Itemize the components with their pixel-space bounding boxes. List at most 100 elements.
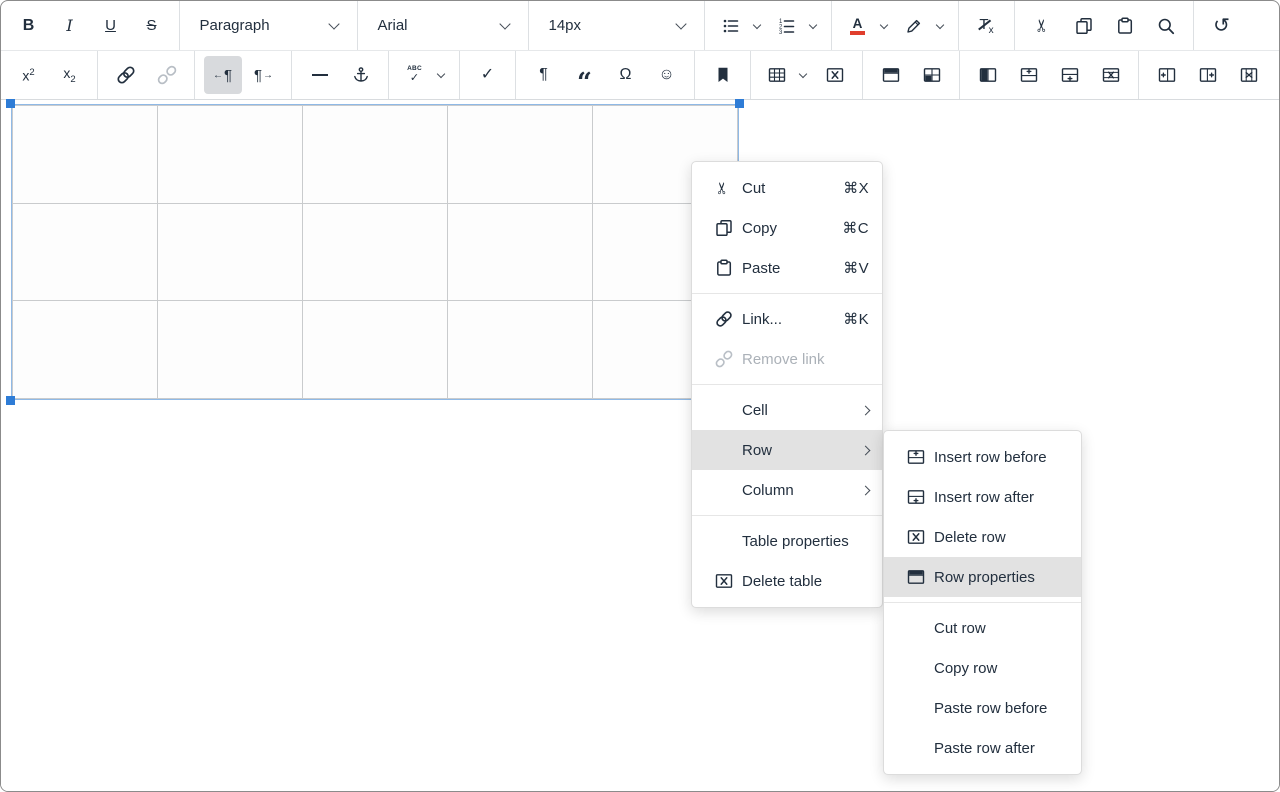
table-cell[interactable] <box>303 301 448 399</box>
menu-item-shortcut: ⌘V <box>843 259 869 277</box>
delete-table-button[interactable] <box>816 56 854 94</box>
submenu-item-copy-row[interactable]: Copy row <box>884 648 1081 688</box>
table-cell[interactable] <box>158 301 303 399</box>
table-cell[interactable] <box>13 106 158 204</box>
toolbar-separator <box>862 51 863 99</box>
italic-button[interactable]: I <box>51 7 89 45</box>
toolbar-separator <box>291 51 292 99</box>
anchor-button[interactable] <box>342 56 380 94</box>
checkmark-button[interactable]: ✓ <box>469 56 507 94</box>
content-table[interactable] <box>12 105 738 399</box>
right-to-left-button[interactable]: ¶→ <box>245 56 283 94</box>
table-delete-row-button[interactable] <box>1092 56 1130 94</box>
insert-table-options-button[interactable] <box>794 56 813 94</box>
table-cell[interactable] <box>303 203 448 301</box>
submenu-item-row-properties[interactable]: Row properties <box>884 557 1081 597</box>
submenu-item-insert-row-before[interactable]: Insert row before <box>884 437 1081 477</box>
strikethrough-button[interactable]: S <box>133 7 171 45</box>
highlight-color-button[interactable] <box>897 7 931 45</box>
subscript-button[interactable]: x2 <box>51 56 89 94</box>
numbered-list-button[interactable]: 123 <box>770 7 804 45</box>
table-insert-row-after-button[interactable] <box>1051 56 1089 94</box>
resize-handle-top-right[interactable] <box>735 99 744 108</box>
bullet-list-options-button[interactable] <box>748 7 767 45</box>
menu-item-column[interactable]: Column <box>692 470 882 510</box>
chevron-down-icon <box>809 20 817 28</box>
numbered-list-options-button[interactable] <box>804 7 823 45</box>
left-to-right-button[interactable]: ←¶ <box>204 56 242 94</box>
bullet-list-button[interactable] <box>714 7 748 45</box>
table-cell[interactable] <box>303 106 448 204</box>
table-insert-row-before-button[interactable] <box>1010 56 1048 94</box>
text-color-options-button[interactable] <box>875 7 894 45</box>
table-insert-column-after-button[interactable] <box>1189 56 1227 94</box>
table-cell[interactable] <box>448 203 593 301</box>
menu-item-copy[interactable]: Copy ⌘C <box>692 208 882 248</box>
text-color-button[interactable]: A <box>841 7 875 45</box>
copy-icon <box>1075 17 1093 35</box>
menu-item-remove-link[interactable]: Remove link <box>692 339 882 379</box>
table-delete-column-button[interactable] <box>1230 56 1268 94</box>
resize-handle-top-left[interactable] <box>6 99 15 108</box>
table-cell[interactable] <box>158 203 303 301</box>
insert-link-button[interactable] <box>107 56 145 94</box>
table-row-properties-button[interactable] <box>872 56 910 94</box>
table-cell[interactable] <box>448 106 593 204</box>
search-replace-button[interactable] <box>1147 7 1185 45</box>
menu-item-table-properties[interactable]: Table properties <box>692 521 882 561</box>
font-family-dropdown[interactable]: Arial <box>367 7 520 45</box>
menu-item-delete-table[interactable]: Delete table <box>692 561 882 601</box>
editor-canvas[interactable]: ✂ Cut ⌘X Copy ⌘C Paste ⌘V Link... ⌘K <box>1 100 1279 791</box>
toolbar-row-2: x2 x2 ←¶ ¶→ ABC✓ ✓ <box>1 51 1279 100</box>
undo-button[interactable]: ↺ <box>1203 7 1241 45</box>
chevron-down-icon <box>675 18 686 29</box>
paste-button[interactable] <box>1106 7 1144 45</box>
table-cell[interactable] <box>158 106 303 204</box>
menu-item-paste[interactable]: Paste ⌘V <box>692 248 882 288</box>
cut-button[interactable]: ✂ <box>1024 7 1062 45</box>
spellcheck-options-button[interactable] <box>432 56 451 94</box>
blockquote-button[interactable]: “ <box>566 56 604 94</box>
text-color-swatch <box>850 31 865 35</box>
menu-item-shortcut: ⌘X <box>843 179 869 197</box>
superscript-button[interactable]: x2 <box>10 56 48 94</box>
bold-button[interactable]: B <box>10 7 48 45</box>
horizontal-rule-button[interactable] <box>301 56 339 94</box>
emoticon-button[interactable]: ☺ <box>648 56 686 94</box>
table-cell[interactable] <box>13 203 158 301</box>
resize-handle-bottom-left[interactable] <box>6 396 15 405</box>
table-cell-properties-button[interactable] <box>913 56 951 94</box>
menu-item-cut[interactable]: ✂ Cut ⌘X <box>692 168 882 208</box>
menu-item-link[interactable]: Link... ⌘K <box>692 299 882 339</box>
delete-table-icon-svg <box>715 572 733 590</box>
submenu-arrow-icon <box>861 485 871 495</box>
font-size-dropdown[interactable]: 14px <box>538 7 696 45</box>
font-family-value: Arial <box>378 17 501 34</box>
table-insert-column-before-button[interactable] <box>1148 56 1186 94</box>
underline-button[interactable]: U <box>92 7 130 45</box>
table-cell[interactable] <box>13 301 158 399</box>
submenu-item-paste-row-before[interactable]: Paste row before <box>884 688 1081 728</box>
spellcheck-split-button: ABC✓ <box>398 56 451 94</box>
table-cell[interactable] <box>448 301 593 399</box>
table-merge-cells-button[interactable] <box>969 56 1007 94</box>
font-size-value: 14px <box>549 17 677 34</box>
submenu-item-insert-row-after[interactable]: Insert row after <box>884 477 1081 517</box>
special-character-button[interactable]: Ω <box>607 56 645 94</box>
copy-button[interactable] <box>1065 7 1103 45</box>
paragraph-marks-button[interactable]: ¶ <box>525 56 563 94</box>
block-format-dropdown[interactable]: Paragraph <box>189 7 349 45</box>
submenu-item-paste-row-after[interactable]: Paste row after <box>884 728 1081 768</box>
menu-item-row[interactable]: Row <box>692 430 882 470</box>
menu-divider <box>692 515 882 516</box>
remove-link-button[interactable] <box>148 56 186 94</box>
submenu-item-delete-row[interactable]: Delete row <box>884 517 1081 557</box>
row-submenu: Insert row before Insert row after Delet… <box>883 430 1082 775</box>
menu-item-cell[interactable]: Cell <box>692 390 882 430</box>
clear-formatting-button[interactable]: Tx <box>968 7 1006 45</box>
submenu-item-cut-row[interactable]: Cut row <box>884 608 1081 648</box>
spellcheck-button[interactable]: ABC✓ <box>398 56 432 94</box>
highlight-color-options-button[interactable] <box>931 7 950 45</box>
insert-table-button[interactable] <box>760 56 794 94</box>
bookmark-button[interactable] <box>704 56 742 94</box>
